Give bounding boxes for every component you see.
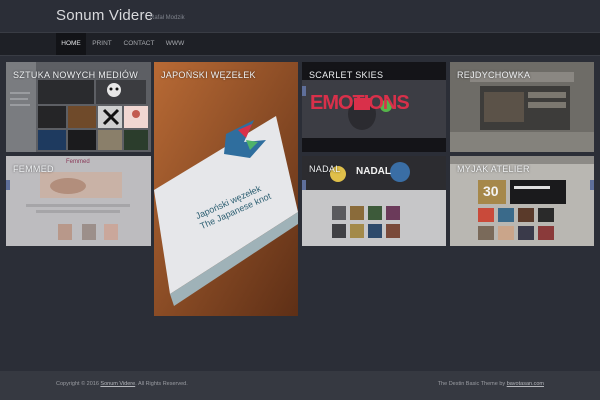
nav-item-contact[interactable]: CONTACT bbox=[119, 33, 159, 55]
portfolio-item-rejdychowka[interactable]: REJDYCHOWKA bbox=[450, 62, 594, 152]
site-tagline: Rafał Modzik bbox=[150, 15, 185, 21]
slider-prev-icon[interactable] bbox=[302, 86, 306, 96]
site-title[interactable]: Sonum Videre bbox=[56, 7, 153, 24]
nav-item-print[interactable]: PRINT bbox=[88, 33, 116, 55]
portfolio-title: SZTUKA NOWYCH MEDIÓW bbox=[13, 70, 138, 80]
nadal-logo: NADAL bbox=[356, 166, 391, 177]
portfolio-item-nadal[interactable]: NADAL NADAL bbox=[302, 156, 446, 246]
myjak-number: 30 bbox=[483, 183, 499, 199]
portfolio-title: MYJAK ATELIER bbox=[457, 164, 530, 174]
slider-next-icon[interactable] bbox=[590, 180, 594, 190]
site-footer: Copyright © 2016 Sonum Videre. All Right… bbox=[0, 371, 600, 400]
portfolio-item-japonski[interactable]: Japoński węzełek The Japanese knot JAPOŃ… bbox=[154, 62, 298, 316]
portfolio-title: FEMMED bbox=[13, 164, 54, 174]
site-header: Sonum Videre Rafał Modzik bbox=[0, 0, 600, 32]
copyright-prefix: Copyright © 2016 bbox=[56, 381, 99, 387]
japonski-thumbnail bbox=[154, 62, 298, 316]
portfolio-title: NADAL bbox=[309, 164, 341, 174]
main-nav: HOME PRINT CONTACT WWW bbox=[0, 32, 600, 56]
nav-item-www[interactable]: WWW bbox=[161, 33, 189, 55]
emotions-word: EMOTIONS bbox=[310, 92, 410, 114]
portfolio-title: SCARLET SKIES bbox=[309, 70, 384, 80]
slider-prev-icon[interactable] bbox=[6, 180, 10, 190]
nav-item-home[interactable]: HOME bbox=[56, 33, 86, 55]
slider-prev-icon[interactable] bbox=[302, 180, 306, 190]
copyright-link[interactable]: Sonum Videre bbox=[100, 381, 135, 387]
portfolio-item-myjak[interactable]: 30 MYJAK ATELIER bbox=[450, 156, 594, 246]
portfolio-item-sztuka[interactable]: SZTUKA NOWYCH MEDIÓW bbox=[6, 62, 151, 152]
portfolio-item-scarlet[interactable]: EMOTIONS SCARLET SKIES bbox=[302, 62, 446, 152]
credit-link[interactable]: bavotasan.com bbox=[507, 381, 544, 387]
credit-prefix: The Destin Basic Theme by bbox=[437, 381, 506, 387]
footer-credit: The Destin Basic Theme by bavotasan.com bbox=[438, 381, 544, 387]
portfolio-title: JAPOŃSKI WĘZEŁEK bbox=[161, 70, 256, 80]
portfolio-item-femmed[interactable]: Femmed FEMMED bbox=[6, 156, 151, 246]
femmed-logo: Femmed bbox=[66, 159, 90, 165]
portfolio-title: REJDYCHOWKA bbox=[457, 70, 531, 80]
copyright-suffix: . All Rights Reserved. bbox=[135, 381, 188, 387]
footer-copyright: Copyright © 2016 Sonum Videre. All Right… bbox=[56, 381, 188, 387]
